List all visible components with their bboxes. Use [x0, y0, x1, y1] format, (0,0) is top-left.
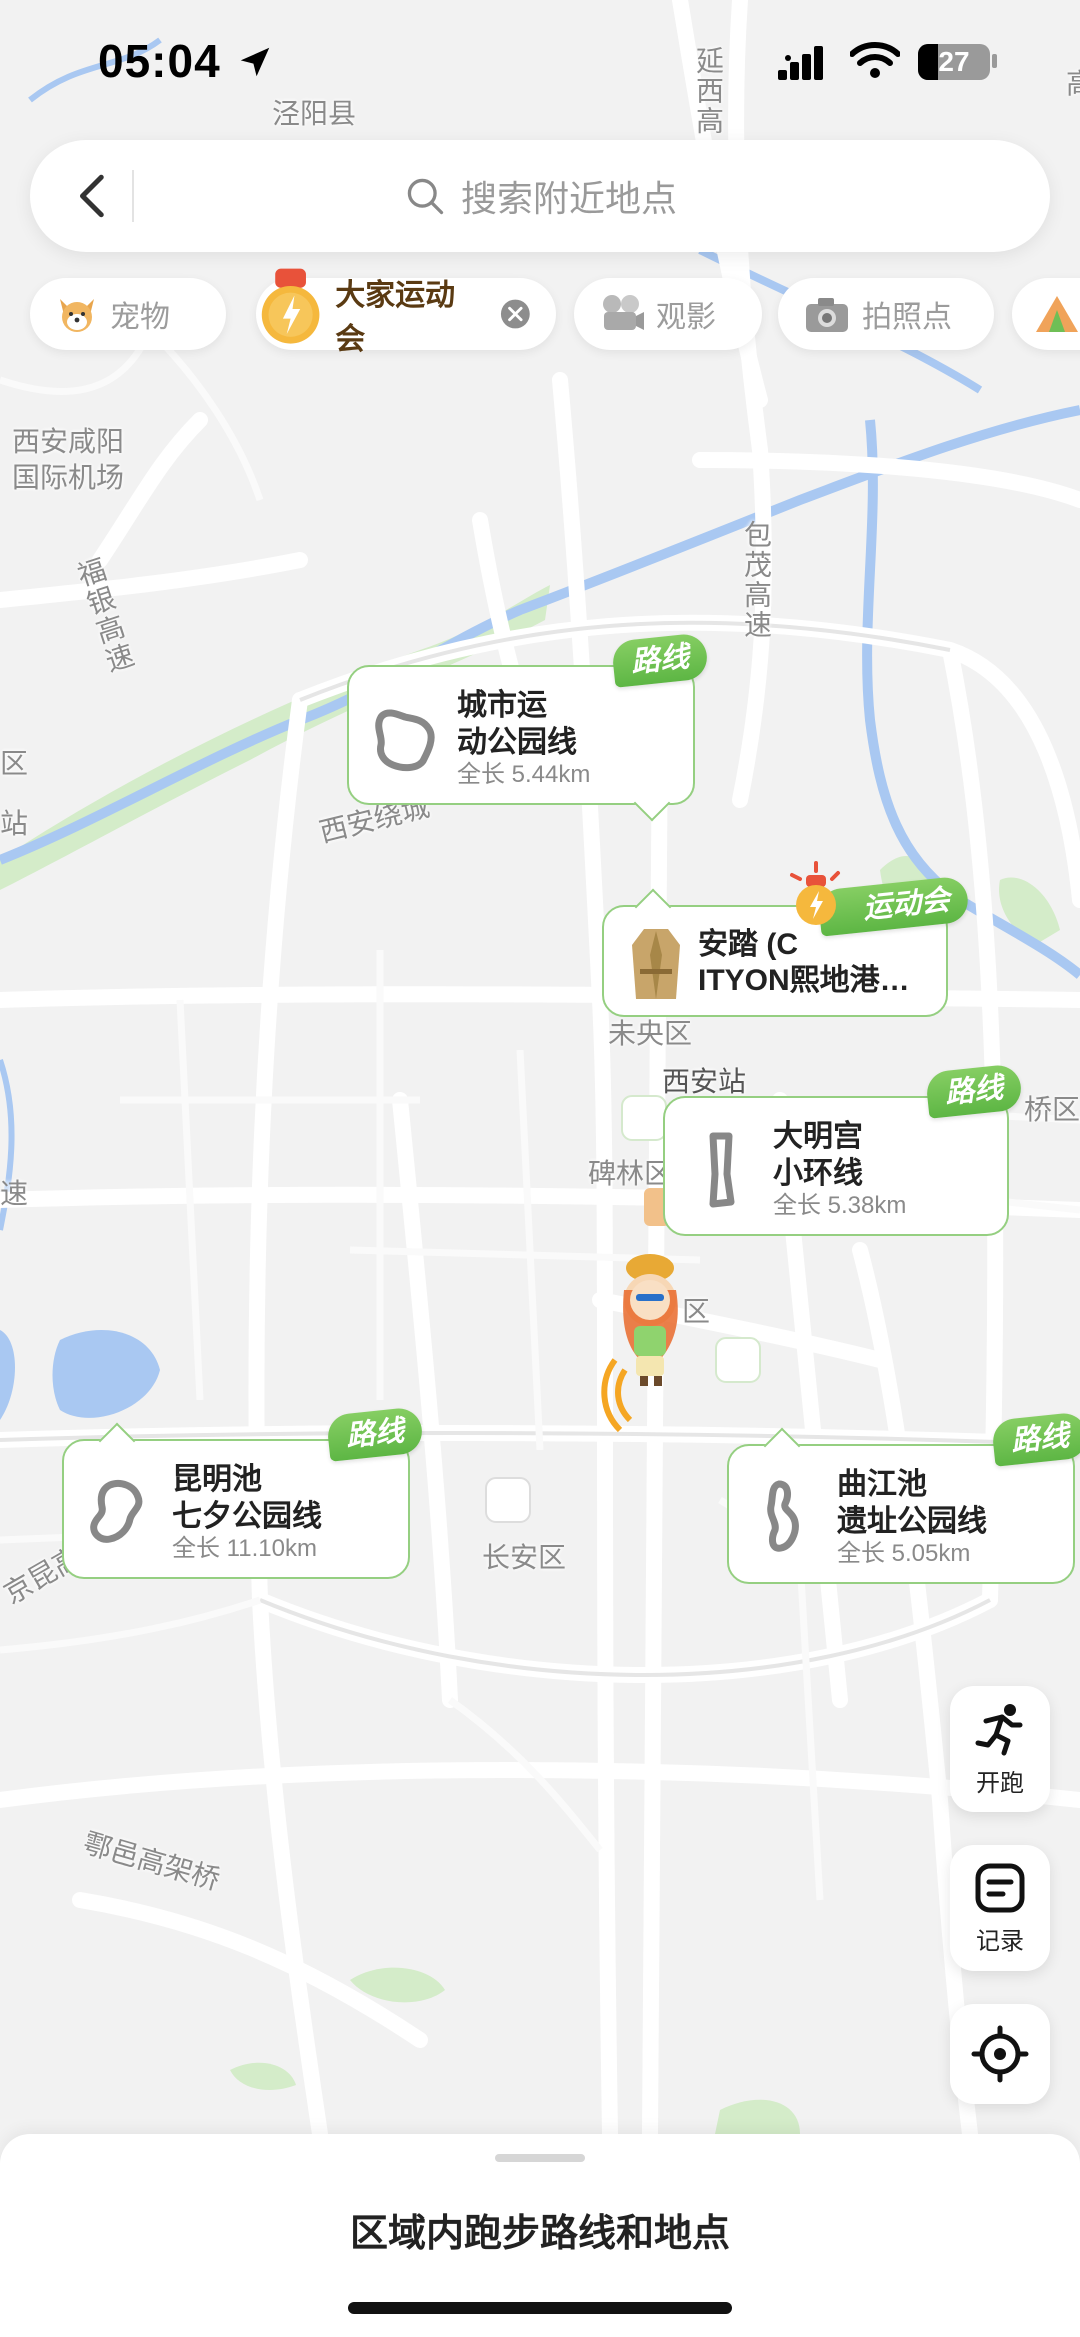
start-run-button[interactable]: 开跑: [950, 1686, 1050, 1812]
route-length: 全长 5.05km: [837, 1540, 971, 1567]
filter-chip-pet[interactable]: 宠物: [30, 278, 226, 350]
crosshair-icon: [971, 2025, 1029, 2083]
camera-icon: [806, 298, 848, 332]
route-card-city-sports-park[interactable]: 城市运 动公园线 全长 5.44km 路线: [347, 632, 710, 822]
route-card-kunming-pool[interactable]: 昆明池 七夕公园线 全长 11.10km 路线: [62, 1406, 425, 1579]
search-bar[interactable]: 搜索附近地点: [30, 140, 1050, 252]
map-label-airport-1: 西安咸阳: [12, 426, 125, 457]
bottom-sheet[interactable]: 区域内跑步路线和地点: [0, 2134, 1080, 2337]
map-label-left-zhan: 站: [0, 808, 29, 839]
filter-chip-photo-spot[interactable]: 拍照点: [778, 278, 994, 350]
filter-chip-sports-meet[interactable]: 大家运动会: [256, 268, 556, 356]
dog-icon: [60, 299, 94, 332]
home-indicator: [348, 2302, 732, 2314]
battery-icon: 27: [918, 44, 990, 80]
coat-icon: [632, 929, 680, 999]
filter-chips: 宠物 大家运动会 观影 拍照点: [0, 268, 1080, 356]
map-label-changan: 长安区: [482, 1542, 567, 1573]
route-shape-icon: [767, 1480, 799, 1552]
map-label-qiao: 桥区: [1024, 1094, 1080, 1125]
filter-chip-label: 大家运动会: [335, 279, 456, 356]
route-length: 全长 5.44km: [457, 761, 591, 788]
records-label: 记录: [976, 1927, 1024, 1955]
route-length: 全长 5.38km: [773, 1192, 907, 1219]
filter-chip-more[interactable]: [1012, 278, 1080, 350]
start-run-label: 开跑: [976, 1769, 1024, 1797]
filter-chip-label: 拍照点: [862, 301, 952, 334]
filter-chip-movie[interactable]: 观影: [574, 278, 762, 350]
status-time: 05:04: [98, 34, 274, 88]
store-title: 安踏 (C ITYON熙地港…: [698, 928, 910, 997]
route-title: 昆明池 七夕公园线: [172, 1463, 322, 1533]
search-input[interactable]: 搜索附近地点: [30, 140, 1050, 252]
map-label-left-su: 速: [0, 1178, 29, 1209]
medal-badge-icon: [790, 861, 840, 925]
sheet-drag-handle[interactable]: [495, 2154, 585, 2162]
location-arrow-icon: [241, 47, 270, 77]
search-icon: [407, 178, 444, 215]
route-card-daming-palace[interactable]: 大明宫 小环线 全长 5.38km 路线: [663, 1063, 1024, 1236]
battery-tip: [992, 54, 997, 68]
search-placeholder: 搜索附近地点: [460, 178, 677, 219]
map-label-xian-station: 西安站: [662, 1066, 747, 1097]
map-label-beilin: 碑林区: [588, 1158, 673, 1189]
map-label-airport-2: 国际机场: [12, 462, 125, 493]
records-button[interactable]: 记录: [950, 1845, 1050, 1971]
route-title: 城市运 动公园线: [457, 689, 577, 759]
route-title: 大明宫 小环线: [773, 1120, 863, 1190]
route-card-qujiang-pool[interactable]: 曲江池 遗址公园线 全长 5.05km 路线: [727, 1411, 1080, 1584]
route-shape-icon: [90, 1480, 143, 1543]
route-length: 全长 11.10km: [172, 1535, 317, 1562]
filter-chip-label: 宠物: [110, 301, 170, 334]
route-shape-icon: [709, 1132, 735, 1208]
store-card-anta[interactable]: 安踏 (C ITYON熙地港… 运动会: [602, 861, 970, 1017]
tent-icon: [1036, 296, 1078, 332]
running-person-icon: [975, 1703, 1023, 1755]
filter-chip-label: 观影: [656, 301, 716, 334]
wifi-icon: [850, 42, 900, 78]
status-bar: 05:04 27: [0, 0, 1080, 120]
projector-icon: [603, 295, 644, 330]
battery-level: 27: [938, 46, 970, 77]
route-title: 曲江池 遗址公园线: [837, 1468, 987, 1538]
map-label-qu: 区: [682, 1296, 711, 1327]
sheet-title: 区域内跑步路线和地点: [349, 2213, 730, 2255]
medal-icon: [261, 268, 320, 344]
map-label-baomao: 包茂高速: [741, 520, 772, 640]
route-shape-icon: [375, 709, 435, 772]
locate-button[interactable]: [950, 2004, 1050, 2104]
signal-icon: [778, 46, 823, 80]
close-icon[interactable]: [499, 297, 532, 331]
map-label-weiyang: 未央区: [608, 1018, 693, 1049]
records-icon: [975, 1863, 1025, 1912]
map-label-left-qu: 区: [0, 748, 29, 779]
